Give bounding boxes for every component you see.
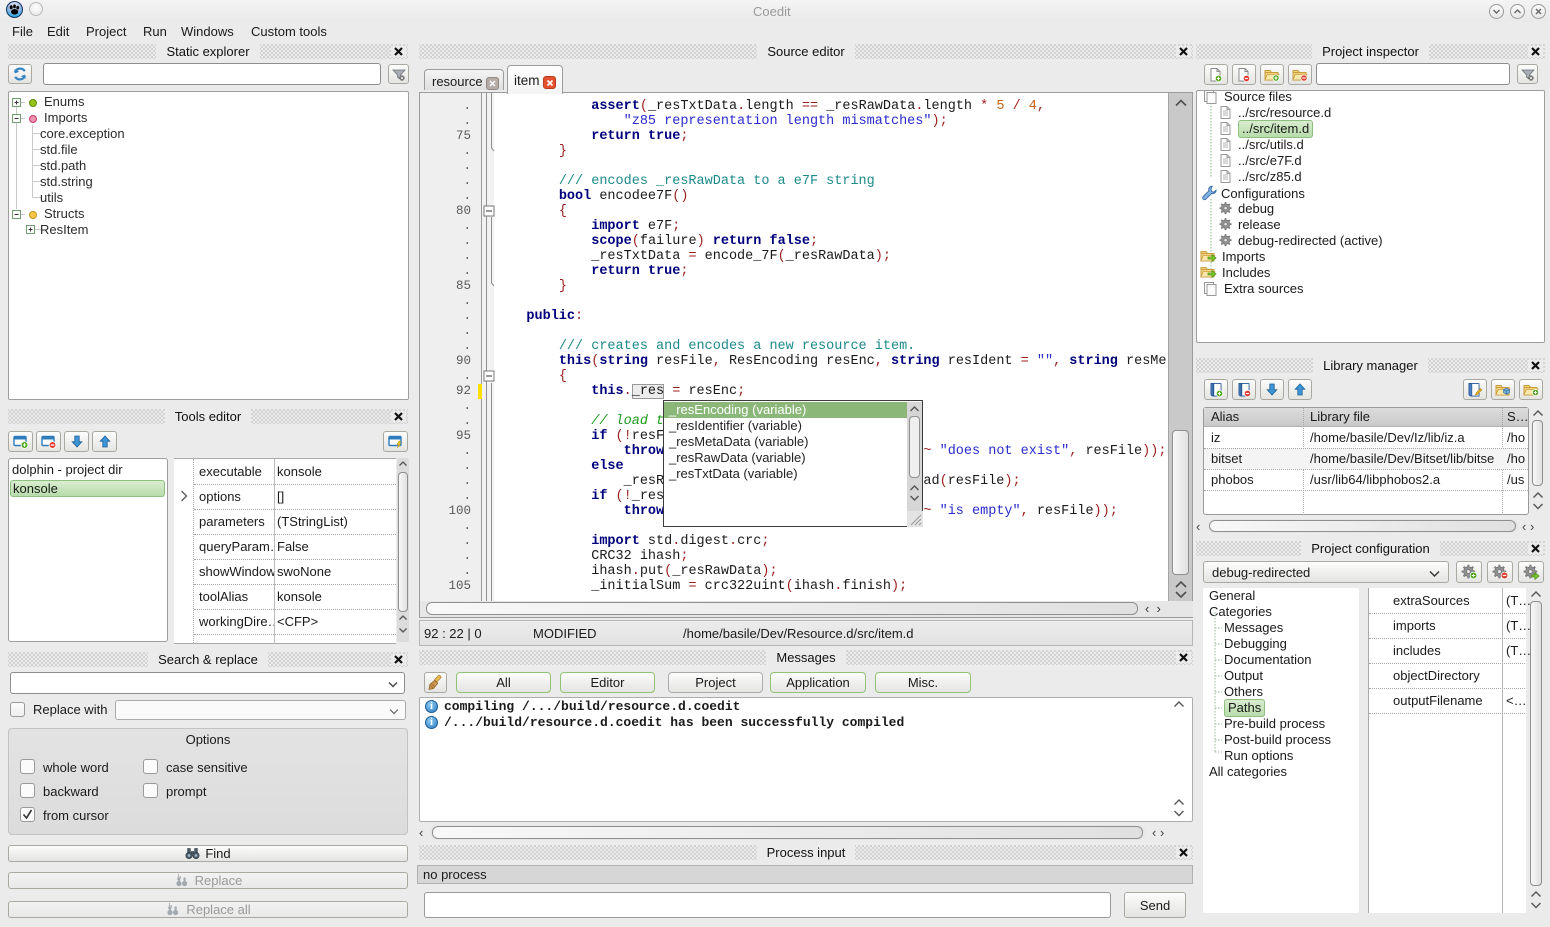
- svg-text:b: b: [168, 903, 172, 911]
- svg-text:b: b: [177, 874, 181, 882]
